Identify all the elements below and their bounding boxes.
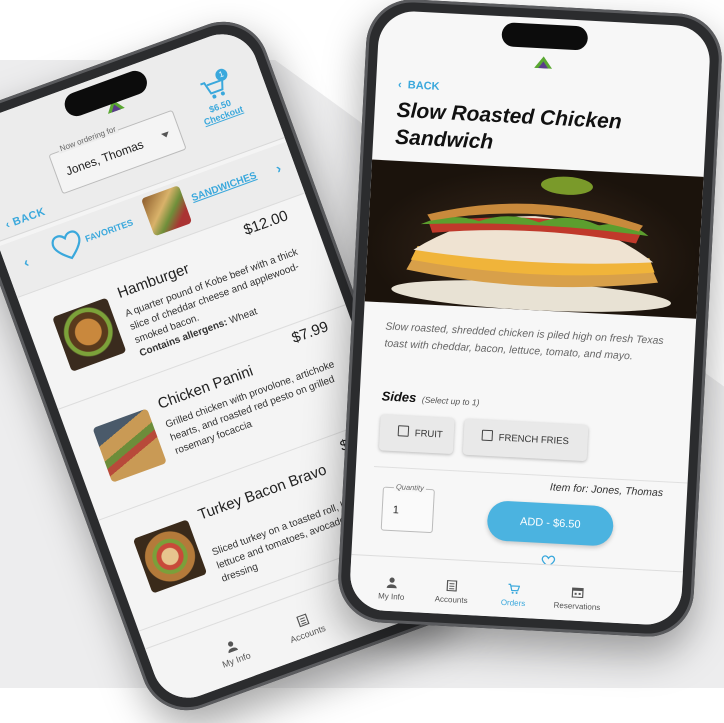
allergen-value: Wheat — [228, 306, 259, 326]
checkbox-icon[interactable] — [398, 425, 410, 437]
tab-my-info[interactable]: My Info — [201, 631, 266, 675]
tab-accounts[interactable]: Accounts — [423, 579, 480, 606]
side-option-fruit[interactable]: FRUIT — [379, 414, 455, 454]
chicken-panini-image — [92, 408, 166, 482]
sandwiches-thumbnail[interactable] — [141, 185, 192, 236]
option-label: FRENCH FRIES — [498, 433, 569, 448]
tab-my-info[interactable]: My Info — [363, 576, 420, 603]
phone-item-detail: ‹ BACK Slow Roasted Chicken Sandwich Slo… — [336, 0, 724, 639]
tab-label: Accounts — [289, 623, 327, 645]
sides-heading: Sides (Select up to 1) — [381, 388, 480, 408]
document-icon — [446, 580, 459, 592]
quantity-label: Quantity — [394, 482, 426, 493]
back-button[interactable]: ‹ BACK — [4, 206, 47, 231]
person-icon — [386, 577, 399, 589]
cart-icon — [508, 583, 521, 595]
item-price: $7.99 — [290, 318, 331, 347]
tab-label: My Info — [221, 650, 252, 669]
item-photo — [365, 160, 704, 319]
sandwich-photo — [365, 160, 704, 319]
sides-note: (Select up to 1) — [422, 394, 480, 407]
calendar-icon — [571, 587, 584, 599]
sides-label: Sides — [381, 388, 416, 405]
tab-label: Orders — [501, 598, 526, 608]
option-label: FRUIT — [415, 428, 444, 440]
hamburger-image — [52, 298, 126, 372]
chevron-right-icon[interactable]: › — [273, 160, 283, 177]
favorites-label[interactable]: FAVORITES — [84, 217, 135, 244]
document-icon — [295, 613, 310, 627]
quantity-value: 1 — [392, 504, 399, 516]
turkey-bacon-bravo-image — [133, 519, 207, 593]
tab-accounts[interactable]: Accounts — [273, 605, 338, 649]
tab-label: Reservations — [553, 601, 600, 612]
back-button[interactable]: ‹ BACK — [398, 79, 440, 93]
tab-orders[interactable]: Orders — [485, 582, 542, 609]
tab-label: Accounts — [434, 594, 467, 605]
heart-icon[interactable] — [46, 224, 90, 268]
divider — [374, 466, 688, 483]
chevron-left-icon[interactable]: ‹ — [21, 254, 31, 271]
cart-button[interactable]: 1 $6.50 Checkout — [180, 63, 257, 140]
chevron-down-icon — [161, 131, 170, 138]
category-sandwiches[interactable]: SANDWICHES — [190, 170, 258, 204]
app-logo-icon — [534, 56, 553, 69]
item-title: Slow Roasted Chicken Sandwich — [395, 97, 657, 165]
add-to-order-button[interactable]: ADD - $6.50 — [486, 500, 614, 547]
quantity-field[interactable]: Quantity 1 — [381, 487, 435, 534]
item-for-label: Item for: Jones, Thomas — [550, 481, 664, 499]
checkbox-icon[interactable] — [482, 430, 494, 442]
item-description: Slow roasted, shredded chicken is piled … — [384, 318, 677, 367]
back-label: BACK — [11, 206, 47, 229]
tab-reservations[interactable]: Reservations — [549, 585, 606, 612]
person-icon — [224, 639, 239, 653]
phone-notch — [501, 22, 588, 50]
back-label: BACK — [407, 79, 439, 93]
bottom-tab-bar: My Info Accounts Orders Reservations — [349, 554, 683, 626]
tab-label: My Info — [378, 591, 405, 601]
side-option-french-fries[interactable]: FRENCH FRIES — [463, 419, 589, 461]
ordering-for-select[interactable]: Now ordering for Jones, Thomas — [48, 110, 186, 195]
item-detail-screen: ‹ BACK Slow Roasted Chicken Sandwich Slo… — [349, 10, 712, 627]
